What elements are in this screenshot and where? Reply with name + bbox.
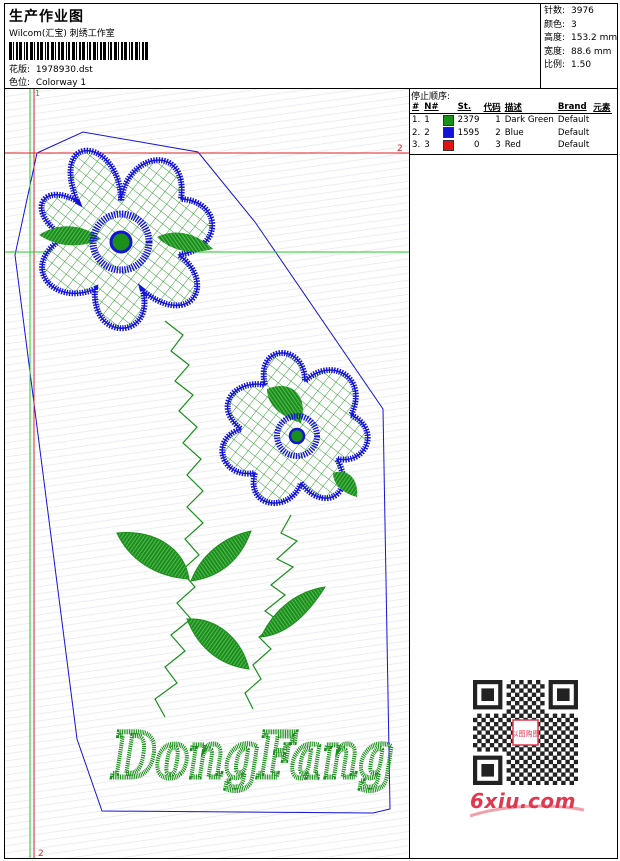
col-code: 代码 (481, 100, 503, 114)
cell-desc: Blue (504, 127, 524, 138)
table-row: 3. 3 0 3 Red Default (410, 139, 612, 152)
stat-width: 宽度: 88.6 mm (544, 46, 612, 57)
cell-needle: 1 (424, 115, 430, 126)
table-row: 2. 2 1595 2 Blue Default (410, 127, 612, 140)
cell-swatch (441, 114, 456, 127)
cell-brand: Default (557, 140, 590, 151)
design-file-value: 1978930.dst (35, 65, 93, 75)
flower-small (219, 350, 371, 507)
qr-code: 以图购图 (473, 680, 578, 785)
stop-sequence-divider (410, 154, 618, 155)
marker-top: 1 (35, 89, 40, 98)
col-needle: N# (422, 100, 441, 114)
col-swatch (440, 100, 456, 114)
cell-stitches: 2379 (457, 115, 480, 126)
cell-desc: Dark Green (504, 115, 554, 126)
design-lettering: DongFang (111, 719, 393, 792)
stat-height: 高度: 153.2 mm (544, 33, 618, 43)
col-desc: 描述 (502, 100, 556, 114)
cell-needle: 3 (424, 140, 430, 151)
header-info: 生产作业图 Wilcom(汇宝) 刺绣工作室 花版: 1978930.dst 色… (5, 4, 540, 88)
cell-stitches: 0 (474, 140, 480, 151)
cell-brand: Default (557, 115, 590, 126)
page-title: 生产作业图 (9, 9, 84, 25)
design-file-label: 花版: (9, 65, 31, 75)
leaf-left (116, 531, 190, 580)
cell-brand: Default (557, 127, 590, 138)
col-element: 元素 (591, 100, 613, 114)
cell-index: 2. (412, 127, 421, 138)
panel-divider (409, 89, 410, 858)
col-stitches: St. (455, 100, 482, 114)
cell-element (591, 139, 612, 152)
design-file-line: 花版: 1978930.dst (9, 62, 93, 75)
stop-sequence-panel: 停止顺序: # N# St. 代码 描述 Brand 元素 1. 1 2379 1 Da… (410, 89, 618, 155)
color-swatch (442, 114, 454, 126)
software-label: Wilcom(汇宝) 刺绣工作室 (9, 29, 115, 39)
table-row: 1. 1 2379 1 Dark Green Default (410, 114, 612, 127)
stat-scale: 比例: 1.50 (544, 60, 592, 70)
colorway-value: Colorway 1 (35, 78, 87, 88)
stat-stitches: 针数: 3976 (544, 6, 594, 16)
colorway-line: 色位: Colorway 1 (9, 75, 86, 88)
col-brand: Brand (555, 100, 592, 114)
cell-code: 2 (495, 127, 501, 138)
marker-bottom: 2 (38, 849, 44, 858)
cell-swatch (441, 127, 456, 140)
leaf-right-upper (190, 530, 252, 582)
barcode (9, 42, 148, 60)
svg-text:以图购图: 以图购图 (512, 729, 540, 738)
marker-right: 2 (397, 144, 403, 154)
color-swatch (442, 139, 454, 151)
colorway-label: 色位: (9, 78, 31, 88)
color-swatch (442, 127, 454, 139)
cell-stitches: 1595 (457, 127, 480, 138)
cell-element (591, 114, 612, 127)
cell-swatch (441, 139, 456, 152)
cell-element (591, 127, 612, 140)
cell-index: 1. (412, 115, 421, 126)
flower-large (38, 147, 216, 332)
cell-needle: 2 (424, 127, 430, 138)
leaf-lower-right (260, 586, 327, 638)
stat-colors: 颜色: 3 (544, 19, 577, 30)
embroidery-artwork: DongFang 1 2 2 (5, 89, 409, 858)
cell-code: 3 (495, 140, 501, 151)
design-stats: 针数: 3976 颜色: 3 高度: 153.2 mm 宽度: 88.6 mm 比例: 1… (540, 4, 618, 88)
col-index: # (410, 100, 423, 114)
cell-desc: Red (504, 140, 522, 151)
design-preview: DongFang 1 2 2 (5, 89, 409, 858)
stop-sequence-table: # N# St. 代码 描述 Brand 元素 1. 1 2379 1 Dark Gre… (410, 100, 613, 152)
stem-left (154, 320, 204, 718)
cell-index: 3. (412, 140, 421, 151)
watermark-text: 6xiu.com (470, 789, 576, 813)
leaf-lower-left (186, 618, 250, 670)
cell-code: 1 (495, 115, 501, 126)
